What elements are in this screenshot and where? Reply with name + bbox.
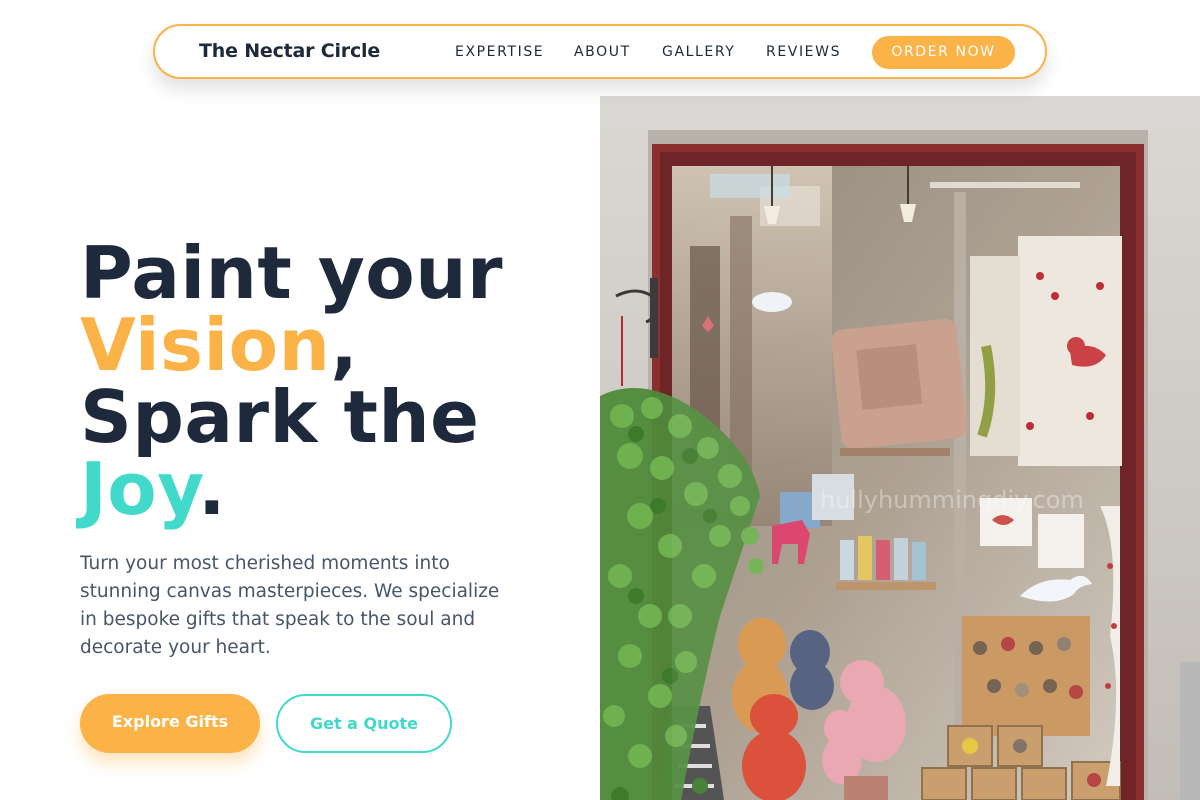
brand-logo[interactable]: The Nectar Circle — [199, 40, 380, 62]
headline-line-2: Vision, — [80, 309, 600, 381]
get-a-quote-button[interactable]: Get a Quote — [276, 694, 452, 753]
nav-link-expertise[interactable]: EXPERTISE — [455, 44, 544, 60]
explore-gifts-button[interactable]: Explore Gifts — [80, 694, 260, 753]
headline-line-1: Paint your — [80, 237, 600, 309]
order-now-button[interactable]: ORDER NOW — [872, 36, 1015, 69]
hero-headline: Paint your Vision, Spark the Joy. — [80, 237, 600, 525]
headline-highlight-joy: Joy — [80, 447, 199, 531]
hero-description: Turn your most cherished moments into st… — [80, 553, 500, 658]
headline-line-4: Joy. — [80, 453, 600, 525]
nav-link-about[interactable]: ABOUT — [574, 44, 631, 60]
headline-period: . — [198, 447, 226, 531]
image-watermark: hullyhummingdiy.com — [820, 486, 1084, 514]
landing-page: The Nectar Circle EXPERTISE ABOUT GALLER… — [0, 0, 1200, 800]
headline-line-3: Spark the — [80, 381, 600, 453]
nav-link-gallery[interactable]: GALLERY — [662, 44, 735, 60]
nav-link-reviews[interactable]: REVIEWS — [766, 44, 841, 60]
shop-window-illustration: hullyhummingdiy.com — [600, 96, 1200, 800]
top-navigation: The Nectar Circle EXPERTISE ABOUT GALLER… — [153, 24, 1047, 79]
hero-shop-window-image: hullyhummingdiy.com — [600, 96, 1200, 800]
